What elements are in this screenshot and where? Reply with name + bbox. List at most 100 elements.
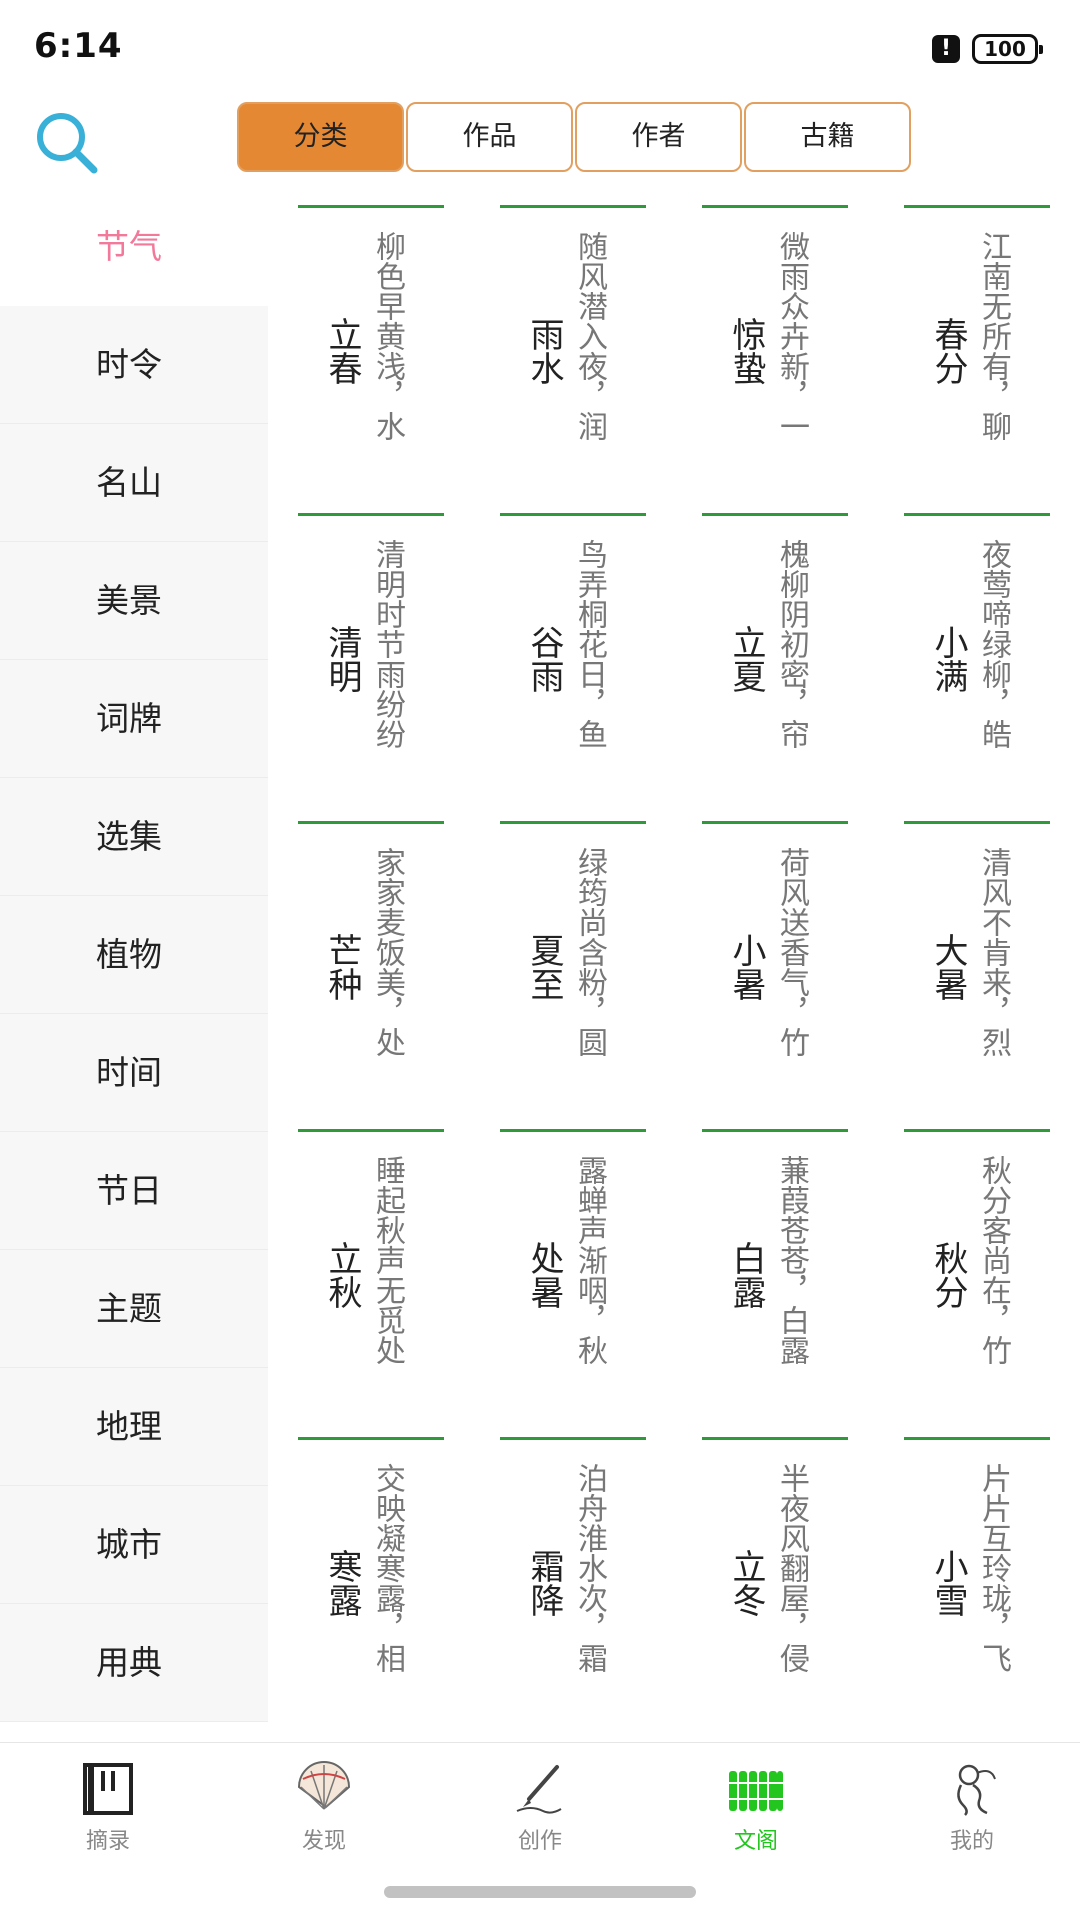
tab-zuozhe[interactable]: 作者 (575, 102, 742, 172)
solar-term-card[interactable]: 霜降 泊舟淮水次，霜 (500, 1437, 646, 1719)
card-excerpt: 随风潜入夜，润 (572, 231, 607, 441)
card-title: 惊蛰 (726, 317, 766, 385)
status-bar: 6:14 ! 100 (0, 0, 1080, 100)
book-icon (83, 1763, 133, 1815)
solar-term-card[interactable]: 大暑 清风不肯来，烈 (904, 821, 1050, 1103)
card-title: 寒露 (322, 1549, 362, 1617)
nav-label: 创作 (517, 1829, 562, 1854)
card-title: 夏至 (524, 933, 564, 1001)
category-sidebar: 节气 时令 名山 美景 词牌 选集 植物 时间 节日 主题 地理 城市 用典 (0, 188, 268, 1733)
tab-guji[interactable]: 古籍 (744, 102, 911, 172)
home-indicator[interactable] (384, 1886, 696, 1898)
solar-term-card[interactable]: 立冬 半夜风翻屋，侵 (702, 1437, 848, 1719)
card-title: 春分 (928, 317, 968, 385)
nav-faxian[interactable]: 发现 (249, 1761, 399, 1861)
sidebar-item-dili[interactable]: 地理 (0, 1368, 268, 1486)
battery-icon: 100 (972, 34, 1043, 64)
brush-pen-icon (516, 1765, 562, 1814)
solar-term-card[interactable]: 白露 蒹葭苍苍，白露 (702, 1129, 848, 1411)
card-divider (500, 513, 646, 516)
solar-term-card[interactable]: 芒种 家家麦饭美，处 (298, 821, 444, 1103)
solar-term-card[interactable]: 清明 清明时节雨纷纷 (298, 513, 444, 795)
card-divider (702, 205, 848, 208)
solar-term-card[interactable]: 处暑 露蝉声渐咽，秋 (500, 1129, 646, 1411)
card-divider (904, 821, 1050, 824)
card-title: 白露 (726, 1241, 766, 1309)
card-excerpt: 睡起秋声无觅处 (370, 1155, 405, 1365)
nav-chuangzuo[interactable]: 创作 (465, 1761, 615, 1861)
card-divider (500, 1437, 646, 1440)
sidebar-item-jieqi[interactable]: 节气 (0, 188, 268, 306)
sidebar-item-cipai[interactable]: 词牌 (0, 660, 268, 778)
sidebar-item-chengshi[interactable]: 城市 (0, 1486, 268, 1604)
solar-term-card[interactable]: 立夏 槐柳阴初密，帘 (702, 513, 848, 795)
card-title: 立冬 (726, 1549, 766, 1617)
fan-icon (297, 1761, 351, 1810)
solar-term-card[interactable]: 立春 柳色早黄浅，水 (298, 205, 444, 487)
card-excerpt: 清风不肯来，烈 (976, 847, 1011, 1057)
alert-icon: ! (932, 35, 960, 63)
solar-term-card[interactable]: 寒露 交映凝寒露，相 (298, 1437, 444, 1719)
card-title: 小雪 (928, 1549, 968, 1617)
solar-term-card[interactable]: 春分 江南无所有，聊 (904, 205, 1050, 487)
sidebar-item-xuanji[interactable]: 选集 (0, 778, 268, 896)
sidebar-item-shijian[interactable]: 时间 (0, 1014, 268, 1132)
nav-wenge[interactable]: 文阁 (681, 1761, 831, 1861)
profile-figure-icon (957, 1764, 996, 1816)
card-excerpt: 交映凝寒露，相 (370, 1463, 405, 1673)
card-excerpt: 片片互玲珑，飞 (976, 1463, 1011, 1673)
card-title: 雨水 (524, 317, 564, 385)
sidebar-item-meijing[interactable]: 美景 (0, 542, 268, 660)
tab-zuopin[interactable]: 作品 (406, 102, 573, 172)
sidebar-item-zhuti[interactable]: 主题 (0, 1250, 268, 1368)
solar-term-card[interactable]: 小雪 片片互玲珑，飞 (904, 1437, 1050, 1719)
card-title: 立秋 (322, 1241, 362, 1309)
search-icon[interactable] (32, 108, 102, 178)
card-title: 立夏 (726, 625, 766, 693)
solar-term-card[interactable]: 小暑 荷风送香气，竹 (702, 821, 848, 1103)
nav-wode[interactable]: 我的 (897, 1761, 1047, 1861)
card-excerpt: 柳色早黄浅，水 (370, 231, 405, 441)
card-divider (298, 205, 444, 208)
bamboo-scroll-icon (727, 1771, 785, 1811)
category-tabs: 分类 作品 作者 古籍 (237, 102, 911, 172)
card-divider (298, 821, 444, 824)
solar-term-card[interactable]: 立秋 睡起秋声无觅处 (298, 1129, 444, 1411)
solar-term-grid: 立春 柳色早黄浅，水 雨水 随风潜入夜，润 惊蛰 微雨众卉新，一 春分 江南无所有，聊 … (268, 205, 1080, 1735)
tab-fenlei[interactable]: 分类 (237, 102, 404, 172)
solar-term-card[interactable]: 夏至 绿筠尚含粉，圆 (500, 821, 646, 1103)
sidebar-item-yongdian[interactable]: 用典 (0, 1604, 268, 1722)
sidebar-item-jieri[interactable]: 节日 (0, 1132, 268, 1250)
card-excerpt: 槐柳阴初密，帘 (774, 539, 809, 749)
card-divider (702, 821, 848, 824)
status-icons: ! 100 (932, 34, 1043, 64)
card-excerpt: 鸟弄桐花日，鱼 (572, 539, 607, 749)
card-divider (702, 513, 848, 516)
card-excerpt: 微雨众卉新，一 (774, 231, 809, 441)
card-excerpt: 夜莺啼绿柳，皓 (976, 539, 1011, 749)
nav-zhailu[interactable]: 摘录 (33, 1761, 183, 1861)
sidebar-item-mingshan[interactable]: 名山 (0, 424, 268, 542)
card-excerpt: 半夜风翻屋，侵 (774, 1463, 809, 1673)
sidebar-item-zhiwu[interactable]: 植物 (0, 896, 268, 1014)
nav-label: 我的 (949, 1829, 994, 1854)
card-title: 秋分 (928, 1241, 968, 1309)
card-excerpt: 荷风送香气，竹 (774, 847, 809, 1057)
card-excerpt: 泊舟淮水次，霜 (572, 1463, 607, 1673)
solar-term-card[interactable]: 秋分 秋分客尚在，竹 (904, 1129, 1050, 1411)
solar-term-card[interactable]: 雨水 随风潜入夜，润 (500, 205, 646, 487)
card-divider (904, 1437, 1050, 1440)
card-title: 立春 (322, 317, 362, 385)
card-title: 处暑 (524, 1241, 564, 1309)
card-divider (500, 821, 646, 824)
solar-term-card[interactable]: 谷雨 鸟弄桐花日，鱼 (500, 513, 646, 795)
card-excerpt: 蒹葭苍苍，白露 (774, 1155, 809, 1365)
card-title: 小满 (928, 625, 968, 693)
card-divider (702, 1129, 848, 1132)
card-title: 霜降 (524, 1549, 564, 1617)
status-time: 6:14 (34, 26, 123, 66)
solar-term-card[interactable]: 惊蛰 微雨众卉新，一 (702, 205, 848, 487)
solar-term-card[interactable]: 小满 夜莺啼绿柳，皓 (904, 513, 1050, 795)
nav-label: 文阁 (733, 1829, 778, 1854)
sidebar-item-shiling[interactable]: 时令 (0, 306, 268, 424)
